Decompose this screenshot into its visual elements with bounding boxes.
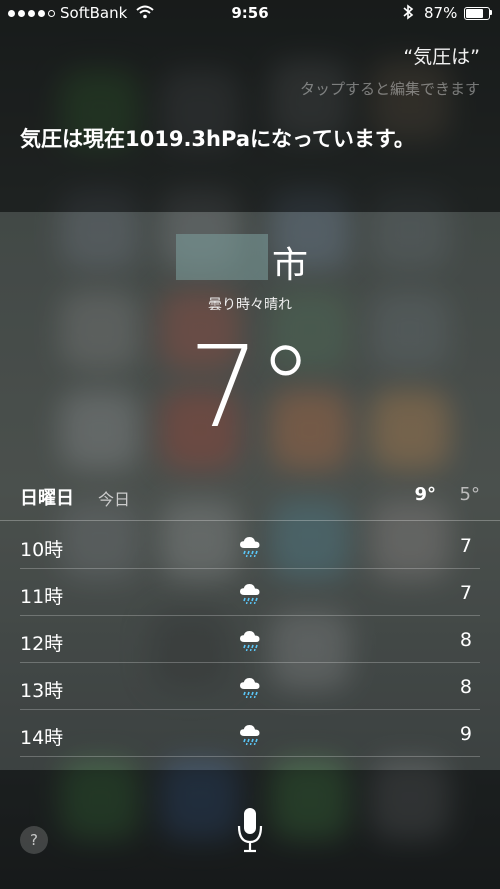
current-temperature: 7° xyxy=(188,323,313,453)
cloud-rain-icon xyxy=(238,628,262,652)
hour-temp: 7 xyxy=(459,535,472,557)
cloud-rain-icon xyxy=(238,722,262,746)
hour-label: 12時 xyxy=(20,633,64,655)
hour-temp: 8 xyxy=(459,676,472,698)
hour-temp: 8 xyxy=(459,629,472,651)
cloud-rain-icon xyxy=(238,581,262,605)
day-name: 日曜日 xyxy=(20,488,74,509)
microphone-icon[interactable] xyxy=(236,806,264,856)
help-button[interactable]: ? xyxy=(20,826,48,854)
cloud-rain-icon xyxy=(238,534,262,558)
day-summary-row: 日曜日 今日 9° 5° xyxy=(0,484,500,512)
hourly-row: 10時 7 xyxy=(20,522,480,569)
city-name: 市 xyxy=(0,234,500,286)
weather-condition: 曇り時々晴れ xyxy=(208,297,292,313)
low-temperature: 5° xyxy=(459,484,480,505)
bluetooth-icon xyxy=(402,4,414,24)
battery-percent: 87% xyxy=(424,4,458,22)
hourly-row: 13時 8 xyxy=(20,663,480,710)
cloud-rain-icon xyxy=(238,675,262,699)
divider xyxy=(0,520,500,521)
hourly-row: 12時 8 xyxy=(20,616,480,663)
day-today-label: 今日 xyxy=(98,490,131,509)
high-temperature: 9° xyxy=(414,484,436,505)
hour-label: 13時 xyxy=(20,680,64,702)
redacted-city-block xyxy=(176,234,268,280)
status-bar: SoftBank 9:56 87% xyxy=(0,0,500,28)
city-suffix: 市 xyxy=(272,245,309,286)
battery-icon xyxy=(464,7,490,20)
hour-temp: 7 xyxy=(459,582,472,604)
hour-label: 11時 xyxy=(20,586,64,608)
hour-temp: 9 xyxy=(459,723,472,745)
hour-label: 10時 xyxy=(20,539,64,561)
siri-query-text[interactable]: “気圧は” xyxy=(403,42,480,69)
hour-label: 14時 xyxy=(20,727,64,749)
hourly-row: 14時 9 xyxy=(20,710,480,757)
edit-hint[interactable]: タップすると編集できます xyxy=(300,78,480,99)
hourly-forecast-list: 10時 7 11時 7 12時 8 13時 8 14時 9 xyxy=(0,522,500,757)
hourly-row: 11時 7 xyxy=(20,569,480,616)
siri-answer: 気圧は現在1019.3hPaになっています。 xyxy=(20,127,415,151)
